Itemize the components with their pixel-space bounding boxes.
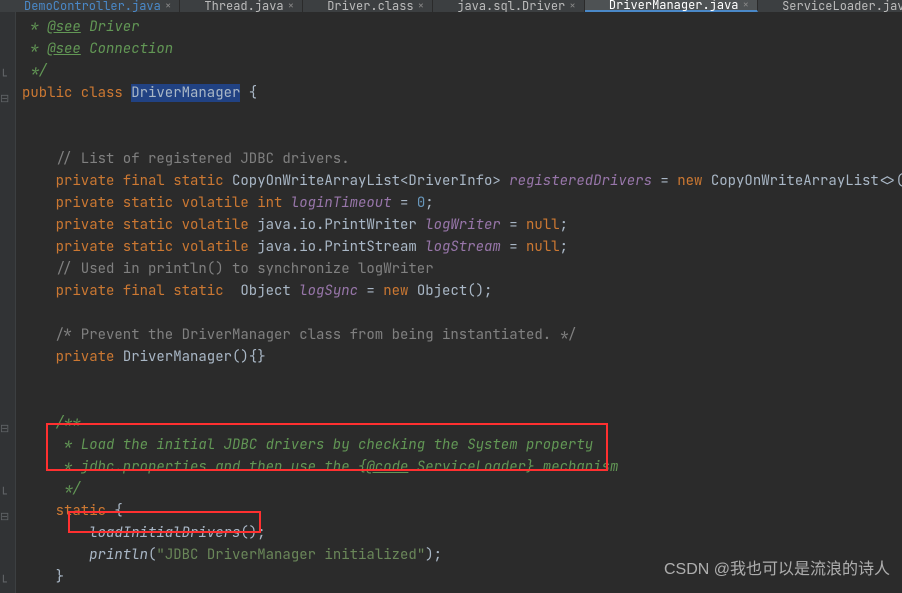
watermark: CSDN @我也可以是流浪的诗人 bbox=[664, 555, 890, 579]
gutter bbox=[0, 12, 16, 593]
fold-minus-icon[interactable] bbox=[0, 507, 9, 516]
fold-minus-icon[interactable] bbox=[0, 419, 9, 428]
editor-tabs: DemoController.java× Thread.java× Driver… bbox=[0, 0, 902, 12]
code-editor[interactable]: * @see Driver * @see Connection */ publi… bbox=[0, 12, 902, 593]
fold-end-icon[interactable] bbox=[0, 485, 9, 494]
tab-java-sql-driver[interactable]: java.sql.Driver× bbox=[433, 0, 585, 12]
tab-drivermanager[interactable]: DriverManager.java× bbox=[585, 0, 758, 12]
fold-minus-icon[interactable] bbox=[0, 89, 9, 98]
tab-serviceloader[interactable]: ServiceLoader.java× bbox=[758, 0, 902, 12]
tab-driver-class[interactable]: Driver.class× bbox=[303, 0, 433, 12]
fold-end-icon[interactable] bbox=[0, 67, 9, 76]
fold-end-icon[interactable] bbox=[0, 573, 9, 582]
tab-thread[interactable]: Thread.java× bbox=[180, 0, 303, 12]
tab-democontroller[interactable]: DemoController.java× bbox=[0, 0, 180, 12]
code-area[interactable]: * @see Driver * @see Connection */ publi… bbox=[16, 12, 902, 593]
